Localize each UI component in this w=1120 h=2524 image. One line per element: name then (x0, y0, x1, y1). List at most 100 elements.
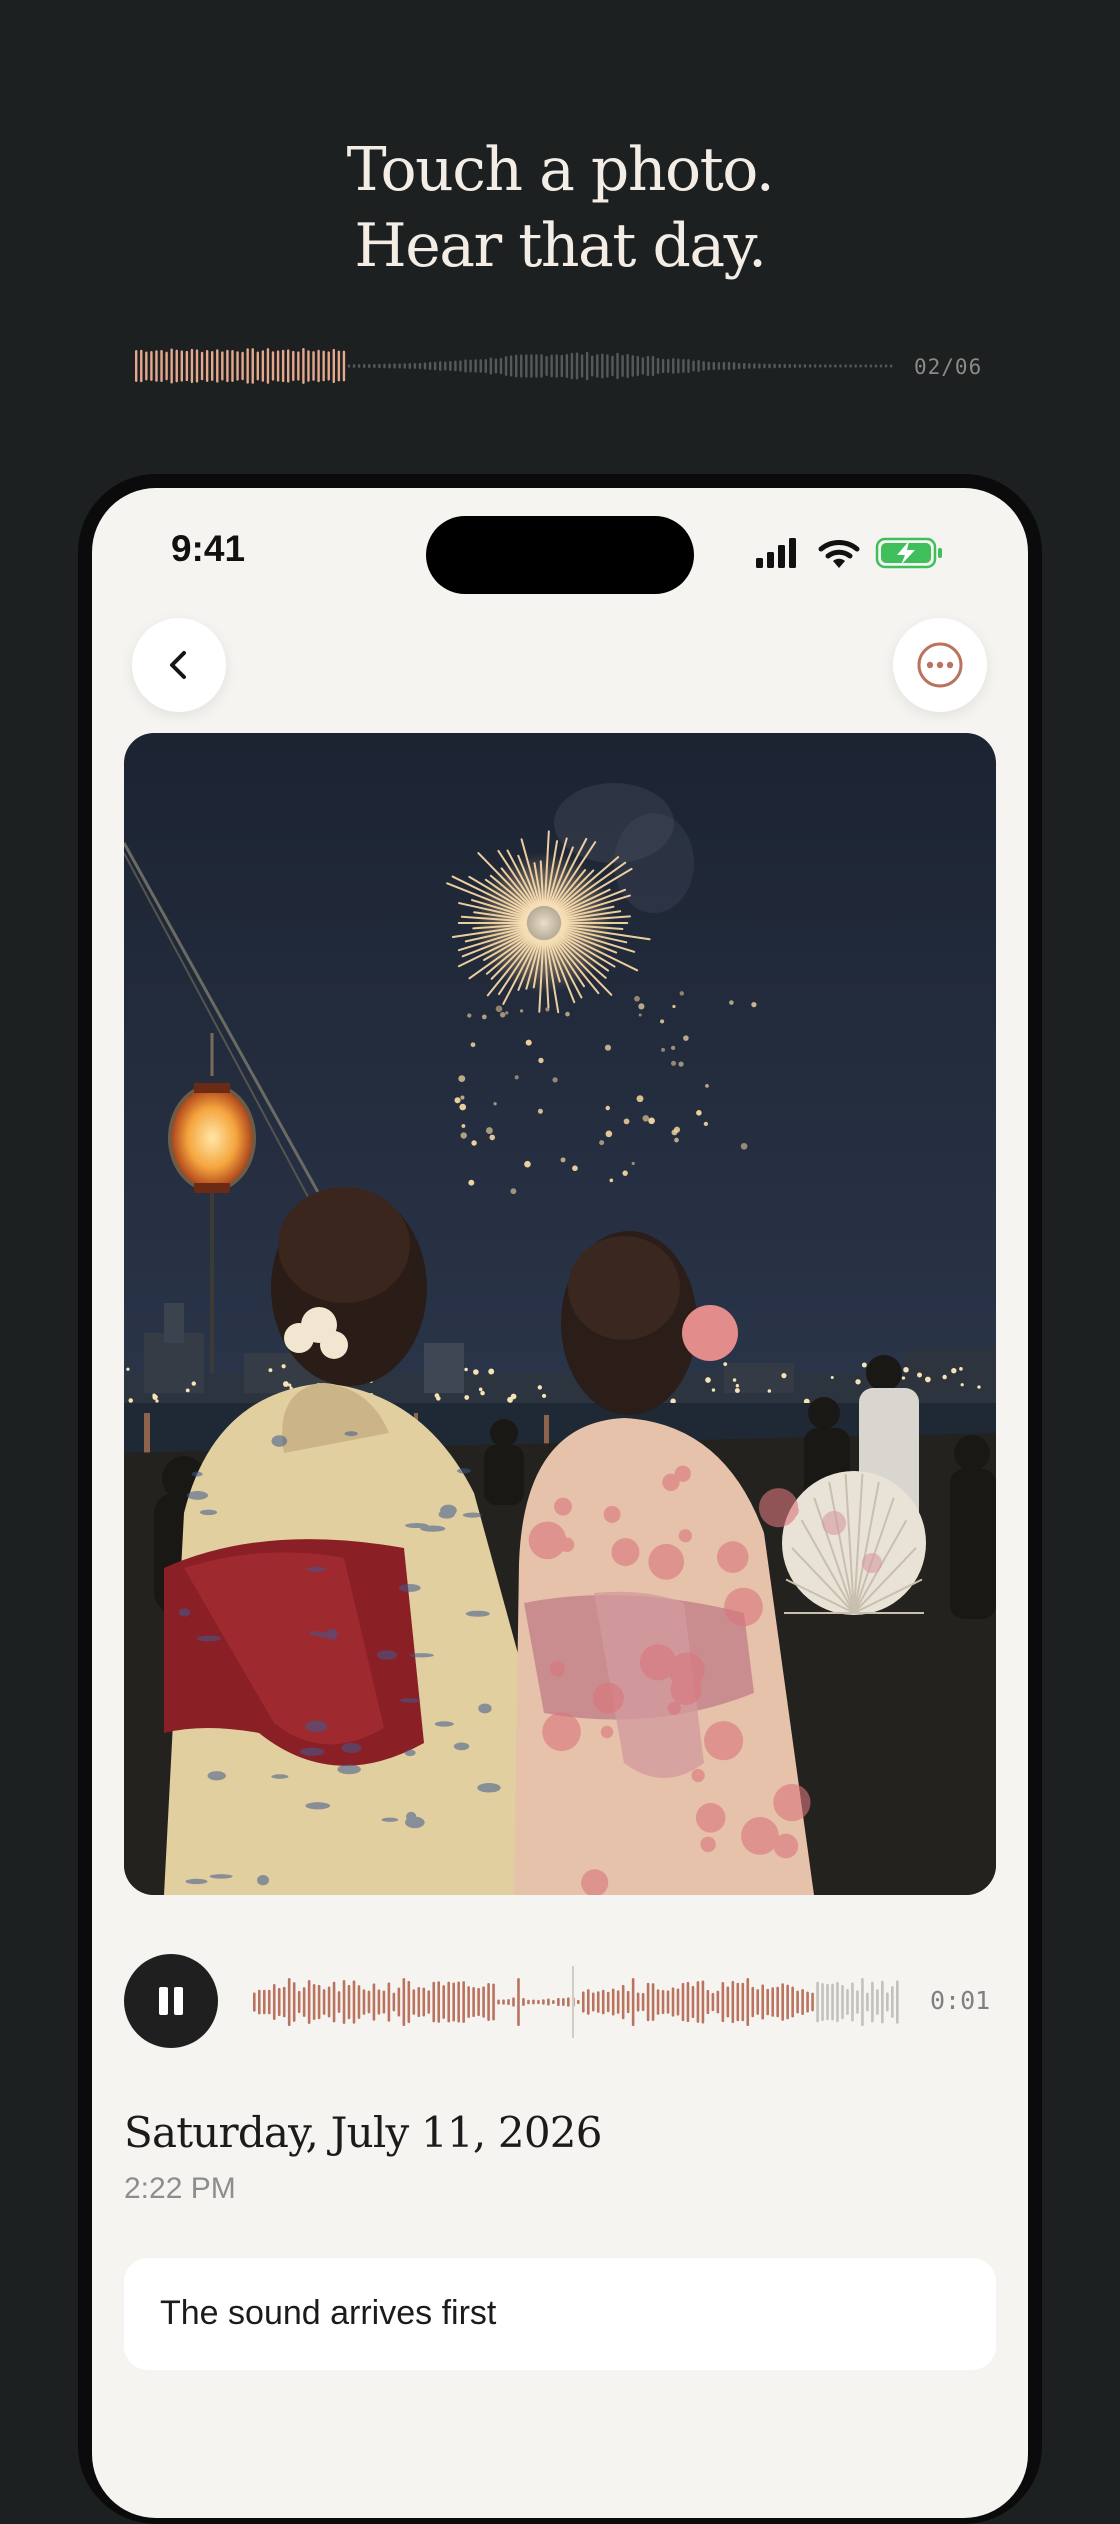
waveform-bar (402, 1978, 406, 2026)
fireworks-festival-photo (124, 733, 996, 1895)
waveform-bar (791, 1986, 794, 2018)
waveform-bar (397, 1987, 401, 2017)
waveform-bar (859, 364, 862, 368)
waveform-bar (484, 358, 487, 374)
waveform-bar (261, 350, 265, 382)
waveform-bar (831, 1983, 834, 2021)
waveform-bar (312, 351, 315, 381)
waveform-bar (661, 1989, 665, 2015)
audio-waveform-scrubber[interactable] (252, 1966, 900, 2038)
waveform-bar (413, 363, 417, 369)
waveform-bar (626, 1990, 630, 2014)
waveform-bar (626, 353, 629, 379)
waveform-bar (428, 361, 432, 371)
waveform-bar (150, 351, 153, 381)
waveform-bar (616, 1990, 620, 2014)
waveform-bar (459, 360, 462, 372)
waveform-bar (492, 1983, 495, 2021)
waveform-bar (276, 350, 280, 382)
waveform-bar (464, 359, 467, 373)
battery-charging-icon (875, 537, 942, 569)
waveform-bar (342, 1980, 346, 2024)
waveform-bar (489, 357, 493, 375)
waveform-bar (272, 1984, 276, 2020)
pause-button[interactable] (124, 1954, 218, 2048)
waveform-bar (417, 1986, 421, 2018)
waveform-bar (871, 1981, 874, 2023)
waveform-bar (398, 363, 401, 369)
entry-time: 2:22 PM (124, 2172, 236, 2205)
waveform-bar (262, 1989, 266, 2015)
waveform-bar (494, 358, 498, 374)
waveform-bar (889, 364, 893, 368)
waveform-bar (287, 1978, 291, 2026)
waveform-bar (432, 1981, 436, 2023)
waveform-bar (367, 1990, 371, 2014)
waveform-bar (773, 363, 776, 369)
waveform-bar (753, 363, 756, 369)
waveform-bar (317, 1984, 321, 2020)
waveform-bar (271, 351, 275, 381)
waveform-bar (550, 354, 553, 378)
back-button[interactable] (132, 618, 226, 712)
waveform-bar (861, 1978, 864, 2026)
waveform-bar (621, 1984, 625, 2020)
waveform-bar (606, 1991, 610, 2013)
waveform-bar (527, 1999, 530, 2005)
audio-elapsed-time: 0:01 (930, 1986, 991, 2015)
waveform-bar (841, 1984, 844, 2020)
waveform-bar (596, 354, 599, 378)
waveform-bar (427, 1990, 431, 2014)
waveform-bar (661, 358, 665, 374)
waveform-bar (211, 351, 214, 381)
waveform-bar (692, 360, 695, 372)
waveform-bar (839, 364, 842, 368)
waveform-bar (145, 351, 148, 381)
waveform-bar (801, 1988, 804, 2016)
caption-card[interactable]: The sound arrives first (124, 2258, 996, 2370)
waveform-bar (641, 357, 645, 375)
waveform-bar (732, 362, 736, 370)
waveform-bar (677, 358, 680, 374)
waveform-bar (297, 1990, 301, 2014)
waveform-bar (387, 1982, 391, 2022)
waveform-bar (195, 349, 199, 383)
waveform-bar (711, 1992, 715, 2012)
waveform-bar (307, 1980, 311, 2024)
waveform-bar (781, 1983, 784, 2021)
waveform-bar (479, 359, 482, 373)
waveform-bar (884, 364, 888, 368)
waveform-bar (667, 358, 670, 374)
waveform-bar (651, 355, 655, 377)
waveform-bar (155, 350, 158, 382)
waveform-bar (457, 1981, 460, 2023)
waveform-bar (256, 351, 259, 381)
waveform-bar (437, 1981, 441, 2023)
memory-photo[interactable] (124, 733, 996, 1895)
more-options-button[interactable] (893, 618, 987, 712)
waveform-bar (332, 1981, 336, 2023)
waveform-bar (656, 1989, 660, 2015)
waveform-bar (891, 1986, 894, 2018)
waveform-bar (352, 1980, 356, 2024)
waveform-bar (596, 1991, 600, 2013)
waveform-bar (798, 364, 802, 368)
waveform-bar (418, 362, 422, 370)
waveform-bar (681, 1982, 685, 2022)
waveform-bar (342, 350, 346, 382)
playhead (572, 1966, 574, 2038)
waveform-bar (545, 355, 548, 377)
waveform-bar (768, 363, 771, 369)
waveform-bar (816, 1981, 819, 2023)
waveform-bar (577, 1999, 580, 2005)
waveform-bar (778, 363, 781, 369)
waveform-bar (849, 364, 852, 368)
waveform-bar (393, 363, 396, 369)
waveform-bar (216, 349, 219, 383)
waveform-bar (821, 1983, 824, 2021)
waveform-bar (682, 359, 685, 373)
waveform-bar (763, 363, 766, 369)
waveform-bar (796, 1990, 799, 2014)
story-progress-waveform[interactable] (134, 346, 894, 386)
waveform-bar (788, 364, 791, 368)
